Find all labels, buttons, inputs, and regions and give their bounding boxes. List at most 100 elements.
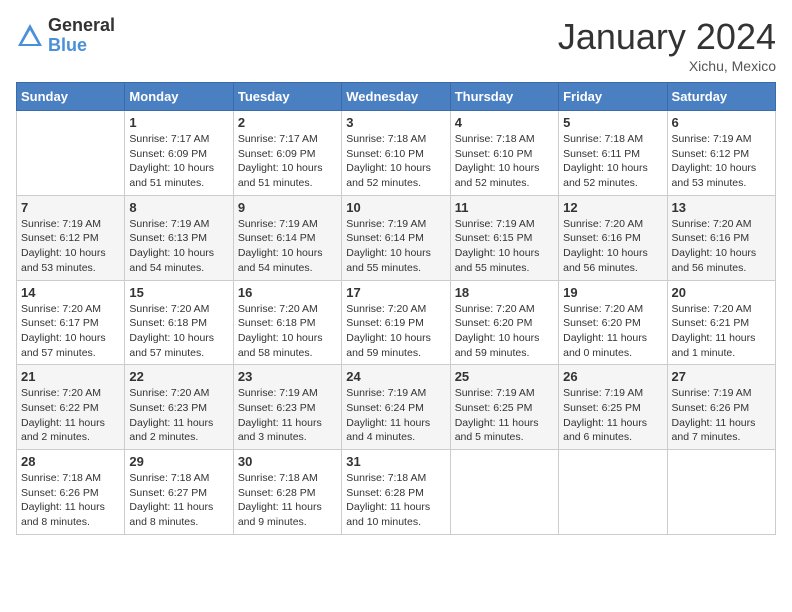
day-info: Sunrise: 7:20 AM Sunset: 6:20 PM Dayligh… (563, 302, 662, 361)
calendar-cell: 30 Sunrise: 7:18 AM Sunset: 6:28 PM Dayli… (233, 450, 341, 535)
day-info: Sunrise: 7:20 AM Sunset: 6:22 PM Dayligh… (21, 386, 120, 445)
day-info: Sunrise: 7:20 AM Sunset: 6:20 PM Dayligh… (455, 302, 554, 361)
calendar-cell: 2 Sunrise: 7:17 AM Sunset: 6:09 PM Daylig… (233, 111, 341, 196)
calendar-cell (450, 450, 558, 535)
header-thursday: Thursday (450, 83, 558, 111)
day-number: 15 (129, 285, 228, 300)
title-block: January 2024 Xichu, Mexico (558, 16, 776, 74)
day-number: 24 (346, 369, 445, 384)
location-subtitle: Xichu, Mexico (558, 58, 776, 74)
header-saturday: Saturday (667, 83, 775, 111)
day-info: Sunrise: 7:19 AM Sunset: 6:15 PM Dayligh… (455, 217, 554, 276)
day-info: Sunrise: 7:18 AM Sunset: 6:26 PM Dayligh… (21, 471, 120, 530)
day-info: Sunrise: 7:18 AM Sunset: 6:11 PM Dayligh… (563, 132, 662, 191)
day-number: 9 (238, 200, 337, 215)
day-info: Sunrise: 7:17 AM Sunset: 6:09 PM Dayligh… (238, 132, 337, 191)
page-header: General Blue January 2024 Xichu, Mexico (16, 16, 776, 74)
day-number: 10 (346, 200, 445, 215)
day-number: 25 (455, 369, 554, 384)
logo-icon (16, 22, 44, 50)
day-info: Sunrise: 7:20 AM Sunset: 6:19 PM Dayligh… (346, 302, 445, 361)
header-sunday: Sunday (17, 83, 125, 111)
calendar-cell: 25 Sunrise: 7:19 AM Sunset: 6:25 PM Dayli… (450, 365, 558, 450)
day-number: 4 (455, 115, 554, 130)
day-number: 6 (672, 115, 771, 130)
day-info: Sunrise: 7:20 AM Sunset: 6:18 PM Dayligh… (238, 302, 337, 361)
calendar-cell: 3 Sunrise: 7:18 AM Sunset: 6:10 PM Daylig… (342, 111, 450, 196)
day-info: Sunrise: 7:20 AM Sunset: 6:16 PM Dayligh… (563, 217, 662, 276)
day-number: 30 (238, 454, 337, 469)
header-friday: Friday (559, 83, 667, 111)
day-number: 21 (21, 369, 120, 384)
calendar-cell: 17 Sunrise: 7:20 AM Sunset: 6:19 PM Dayli… (342, 280, 450, 365)
header-wednesday: Wednesday (342, 83, 450, 111)
calendar-week-row: 28 Sunrise: 7:18 AM Sunset: 6:26 PM Dayli… (17, 450, 776, 535)
day-number: 1 (129, 115, 228, 130)
day-number: 19 (563, 285, 662, 300)
day-info: Sunrise: 7:20 AM Sunset: 6:18 PM Dayligh… (129, 302, 228, 361)
day-info: Sunrise: 7:17 AM Sunset: 6:09 PM Dayligh… (129, 132, 228, 191)
calendar-cell: 1 Sunrise: 7:17 AM Sunset: 6:09 PM Daylig… (125, 111, 233, 196)
calendar-cell: 14Sunrise: 7:20 AM Sunset: 6:17 PM Dayli… (17, 280, 125, 365)
day-info: Sunrise: 7:19 AM Sunset: 6:25 PM Dayligh… (455, 386, 554, 445)
day-number: 3 (346, 115, 445, 130)
calendar-cell (667, 450, 775, 535)
calendar-cell: 21 Sunrise: 7:20 AM Sunset: 6:22 PM Dayli… (17, 365, 125, 450)
day-number: 5 (563, 115, 662, 130)
day-number: 31 (346, 454, 445, 469)
calendar-cell: 19 Sunrise: 7:20 AM Sunset: 6:20 PM Dayli… (559, 280, 667, 365)
day-info: Sunrise: 7:20 AM Sunset: 6:23 PM Dayligh… (129, 386, 228, 445)
header-monday: Monday (125, 83, 233, 111)
day-number: 11 (455, 200, 554, 215)
day-number: 14 (21, 285, 120, 300)
calendar-week-row: 21 Sunrise: 7:20 AM Sunset: 6:22 PM Dayli… (17, 365, 776, 450)
header-tuesday: Tuesday (233, 83, 341, 111)
day-info: Sunrise: 7:19 AM Sunset: 6:12 PM Dayligh… (21, 217, 120, 276)
calendar-cell: 28 Sunrise: 7:18 AM Sunset: 6:26 PM Dayli… (17, 450, 125, 535)
day-number: 20 (672, 285, 771, 300)
calendar-cell: 12 Sunrise: 7:20 AM Sunset: 6:16 PM Dayli… (559, 195, 667, 280)
calendar-cell (559, 450, 667, 535)
day-info: Sunrise: 7:19 AM Sunset: 6:13 PM Dayligh… (129, 217, 228, 276)
calendar-cell: 16Sunrise: 7:20 AM Sunset: 6:18 PM Dayli… (233, 280, 341, 365)
calendar-cell: 11 Sunrise: 7:19 AM Sunset: 6:15 PM Dayli… (450, 195, 558, 280)
calendar-cell: 10 Sunrise: 7:19 AM Sunset: 6:14 PM Dayli… (342, 195, 450, 280)
calendar-cell: 9 Sunrise: 7:19 AM Sunset: 6:14 PM Daylig… (233, 195, 341, 280)
day-number: 2 (238, 115, 337, 130)
logo-text: General Blue (48, 16, 115, 56)
day-info: Sunrise: 7:20 AM Sunset: 6:16 PM Dayligh… (672, 217, 771, 276)
day-info: Sunrise: 7:19 AM Sunset: 6:23 PM Dayligh… (238, 386, 337, 445)
day-number: 23 (238, 369, 337, 384)
day-info: Sunrise: 7:19 AM Sunset: 6:24 PM Dayligh… (346, 386, 445, 445)
day-number: 17 (346, 285, 445, 300)
logo: General Blue (16, 16, 115, 56)
day-info: Sunrise: 7:18 AM Sunset: 6:10 PM Dayligh… (346, 132, 445, 191)
day-number: 8 (129, 200, 228, 215)
day-info: Sunrise: 7:19 AM Sunset: 6:26 PM Dayligh… (672, 386, 771, 445)
day-info: Sunrise: 7:18 AM Sunset: 6:27 PM Dayligh… (129, 471, 228, 530)
calendar-header-row: SundayMondayTuesdayWednesdayThursdayFrid… (17, 83, 776, 111)
calendar-table: SundayMondayTuesdayWednesdayThursdayFrid… (16, 82, 776, 535)
calendar-cell: 20Sunrise: 7:20 AM Sunset: 6:21 PM Dayli… (667, 280, 775, 365)
calendar-cell: 4 Sunrise: 7:18 AM Sunset: 6:10 PM Daylig… (450, 111, 558, 196)
calendar-cell: 26Sunrise: 7:19 AM Sunset: 6:25 PM Dayli… (559, 365, 667, 450)
calendar-week-row: 1 Sunrise: 7:17 AM Sunset: 6:09 PM Daylig… (17, 111, 776, 196)
day-number: 29 (129, 454, 228, 469)
day-info: Sunrise: 7:19 AM Sunset: 6:14 PM Dayligh… (238, 217, 337, 276)
calendar-cell: 22Sunrise: 7:20 AM Sunset: 6:23 PM Dayli… (125, 365, 233, 450)
day-info: Sunrise: 7:18 AM Sunset: 6:10 PM Dayligh… (455, 132, 554, 191)
calendar-cell: 15 Sunrise: 7:20 AM Sunset: 6:18 PM Dayli… (125, 280, 233, 365)
calendar-cell: 18Sunrise: 7:20 AM Sunset: 6:20 PM Dayli… (450, 280, 558, 365)
day-info: Sunrise: 7:18 AM Sunset: 6:28 PM Dayligh… (346, 471, 445, 530)
calendar-cell: 5 Sunrise: 7:18 AM Sunset: 6:11 PM Daylig… (559, 111, 667, 196)
logo-blue: Blue (48, 36, 115, 56)
calendar-week-row: 14Sunrise: 7:20 AM Sunset: 6:17 PM Dayli… (17, 280, 776, 365)
calendar-cell: 29 Sunrise: 7:18 AM Sunset: 6:27 PM Dayli… (125, 450, 233, 535)
day-number: 28 (21, 454, 120, 469)
day-number: 12 (563, 200, 662, 215)
calendar-week-row: 7Sunrise: 7:19 AM Sunset: 6:12 PM Daylig… (17, 195, 776, 280)
calendar-cell: 23 Sunrise: 7:19 AM Sunset: 6:23 PM Dayli… (233, 365, 341, 450)
day-info: Sunrise: 7:19 AM Sunset: 6:14 PM Dayligh… (346, 217, 445, 276)
calendar-cell: 6Sunrise: 7:19 AM Sunset: 6:12 PM Daylig… (667, 111, 775, 196)
day-info: Sunrise: 7:18 AM Sunset: 6:28 PM Dayligh… (238, 471, 337, 530)
